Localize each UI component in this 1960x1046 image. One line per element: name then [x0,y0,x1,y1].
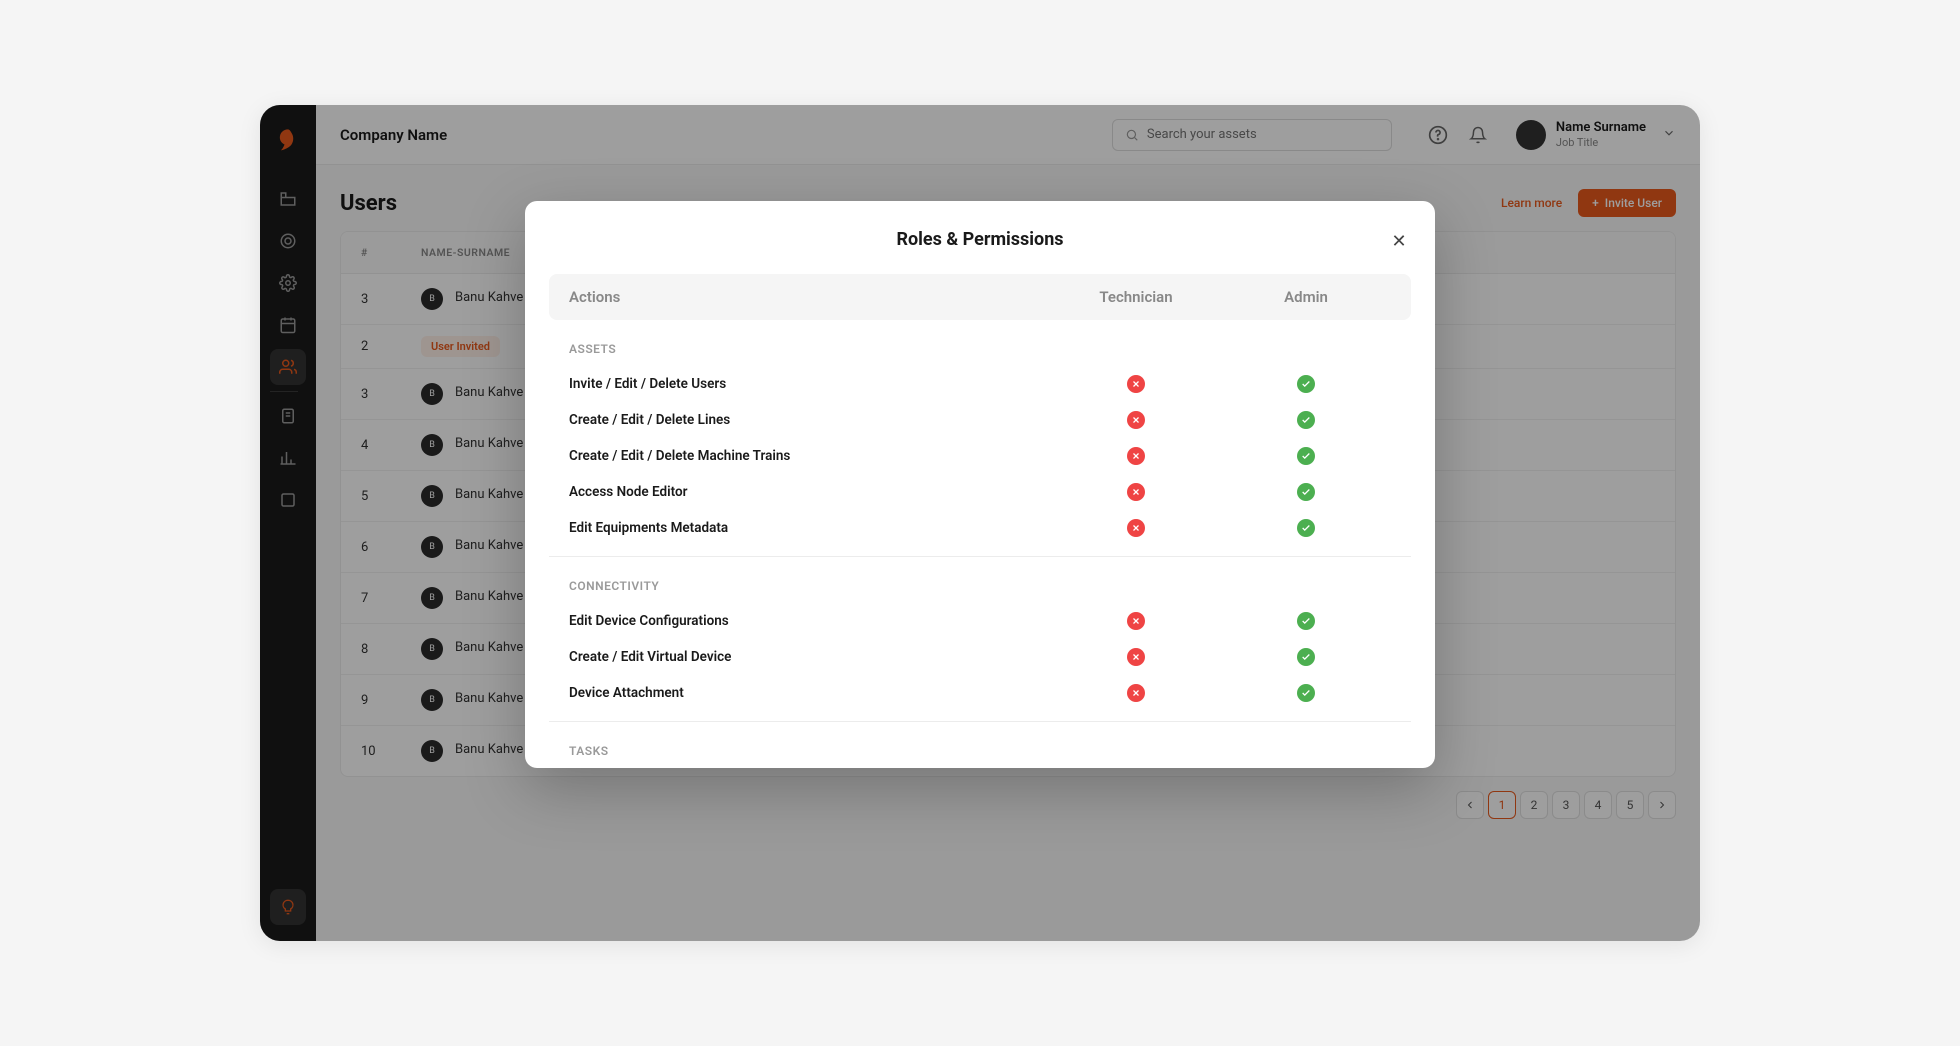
cross-icon [1127,612,1145,630]
cross-icon [1127,684,1145,702]
permission-row: Device Attachment [549,675,1411,711]
permission-row: Access Node Editor [549,474,1411,510]
col-admin: Admin [1221,288,1391,306]
permission-action: Create / Edit / Delete Lines [569,412,1051,428]
permission-row: Edit Device Configurations [549,603,1411,639]
cross-icon [1127,411,1145,429]
permission-row: Edit Equipments Metadata [549,510,1411,546]
permission-action: Device Attachment [569,685,1051,701]
permission-row: Invite / Edit / Delete Users [549,366,1411,402]
check-icon [1297,411,1315,429]
check-icon [1297,519,1315,537]
modal-title: Roles & Permissions [896,229,1063,250]
check-icon [1297,447,1315,465]
permission-action: Create / Edit Virtual Device [569,649,1051,665]
cross-icon [1127,648,1145,666]
cross-icon [1127,519,1145,537]
permission-row: Create / Edit / Delete Machine Trains [549,438,1411,474]
col-actions: Actions [569,288,1051,306]
roles-permissions-modal: Roles & Permissions ✕ Actions Technician… [525,201,1435,768]
check-icon [1297,684,1315,702]
cross-icon [1127,375,1145,393]
permission-action: Invite / Edit / Delete Users [569,376,1051,392]
app-window: Company Name Name Surname Job Title User [260,105,1700,941]
col-technician: Technician [1051,288,1221,306]
permissions-header: Actions Technician Admin [549,274,1411,320]
permission-action: Edit Device Configurations [569,613,1051,629]
permission-row: Create / Edit / Delete Lines [549,402,1411,438]
modal-overlay[interactable]: Roles & Permissions ✕ Actions Technician… [260,105,1700,941]
close-icon[interactable]: ✕ [1387,229,1411,253]
permission-section: TASKS [549,722,1411,768]
cross-icon [1127,447,1145,465]
check-icon [1297,612,1315,630]
check-icon [1297,483,1315,501]
permission-row: Create / Edit Virtual Device [549,639,1411,675]
permission-action: Create / Edit / Delete Machine Trains [569,448,1051,464]
check-icon [1297,375,1315,393]
cross-icon [1127,483,1145,501]
permission-action: Access Node Editor [569,484,1051,500]
permission-section: ASSETS [549,320,1411,366]
permission-section: CONNECTIVITY [549,557,1411,603]
check-icon [1297,648,1315,666]
permission-action: Edit Equipments Metadata [569,520,1051,536]
